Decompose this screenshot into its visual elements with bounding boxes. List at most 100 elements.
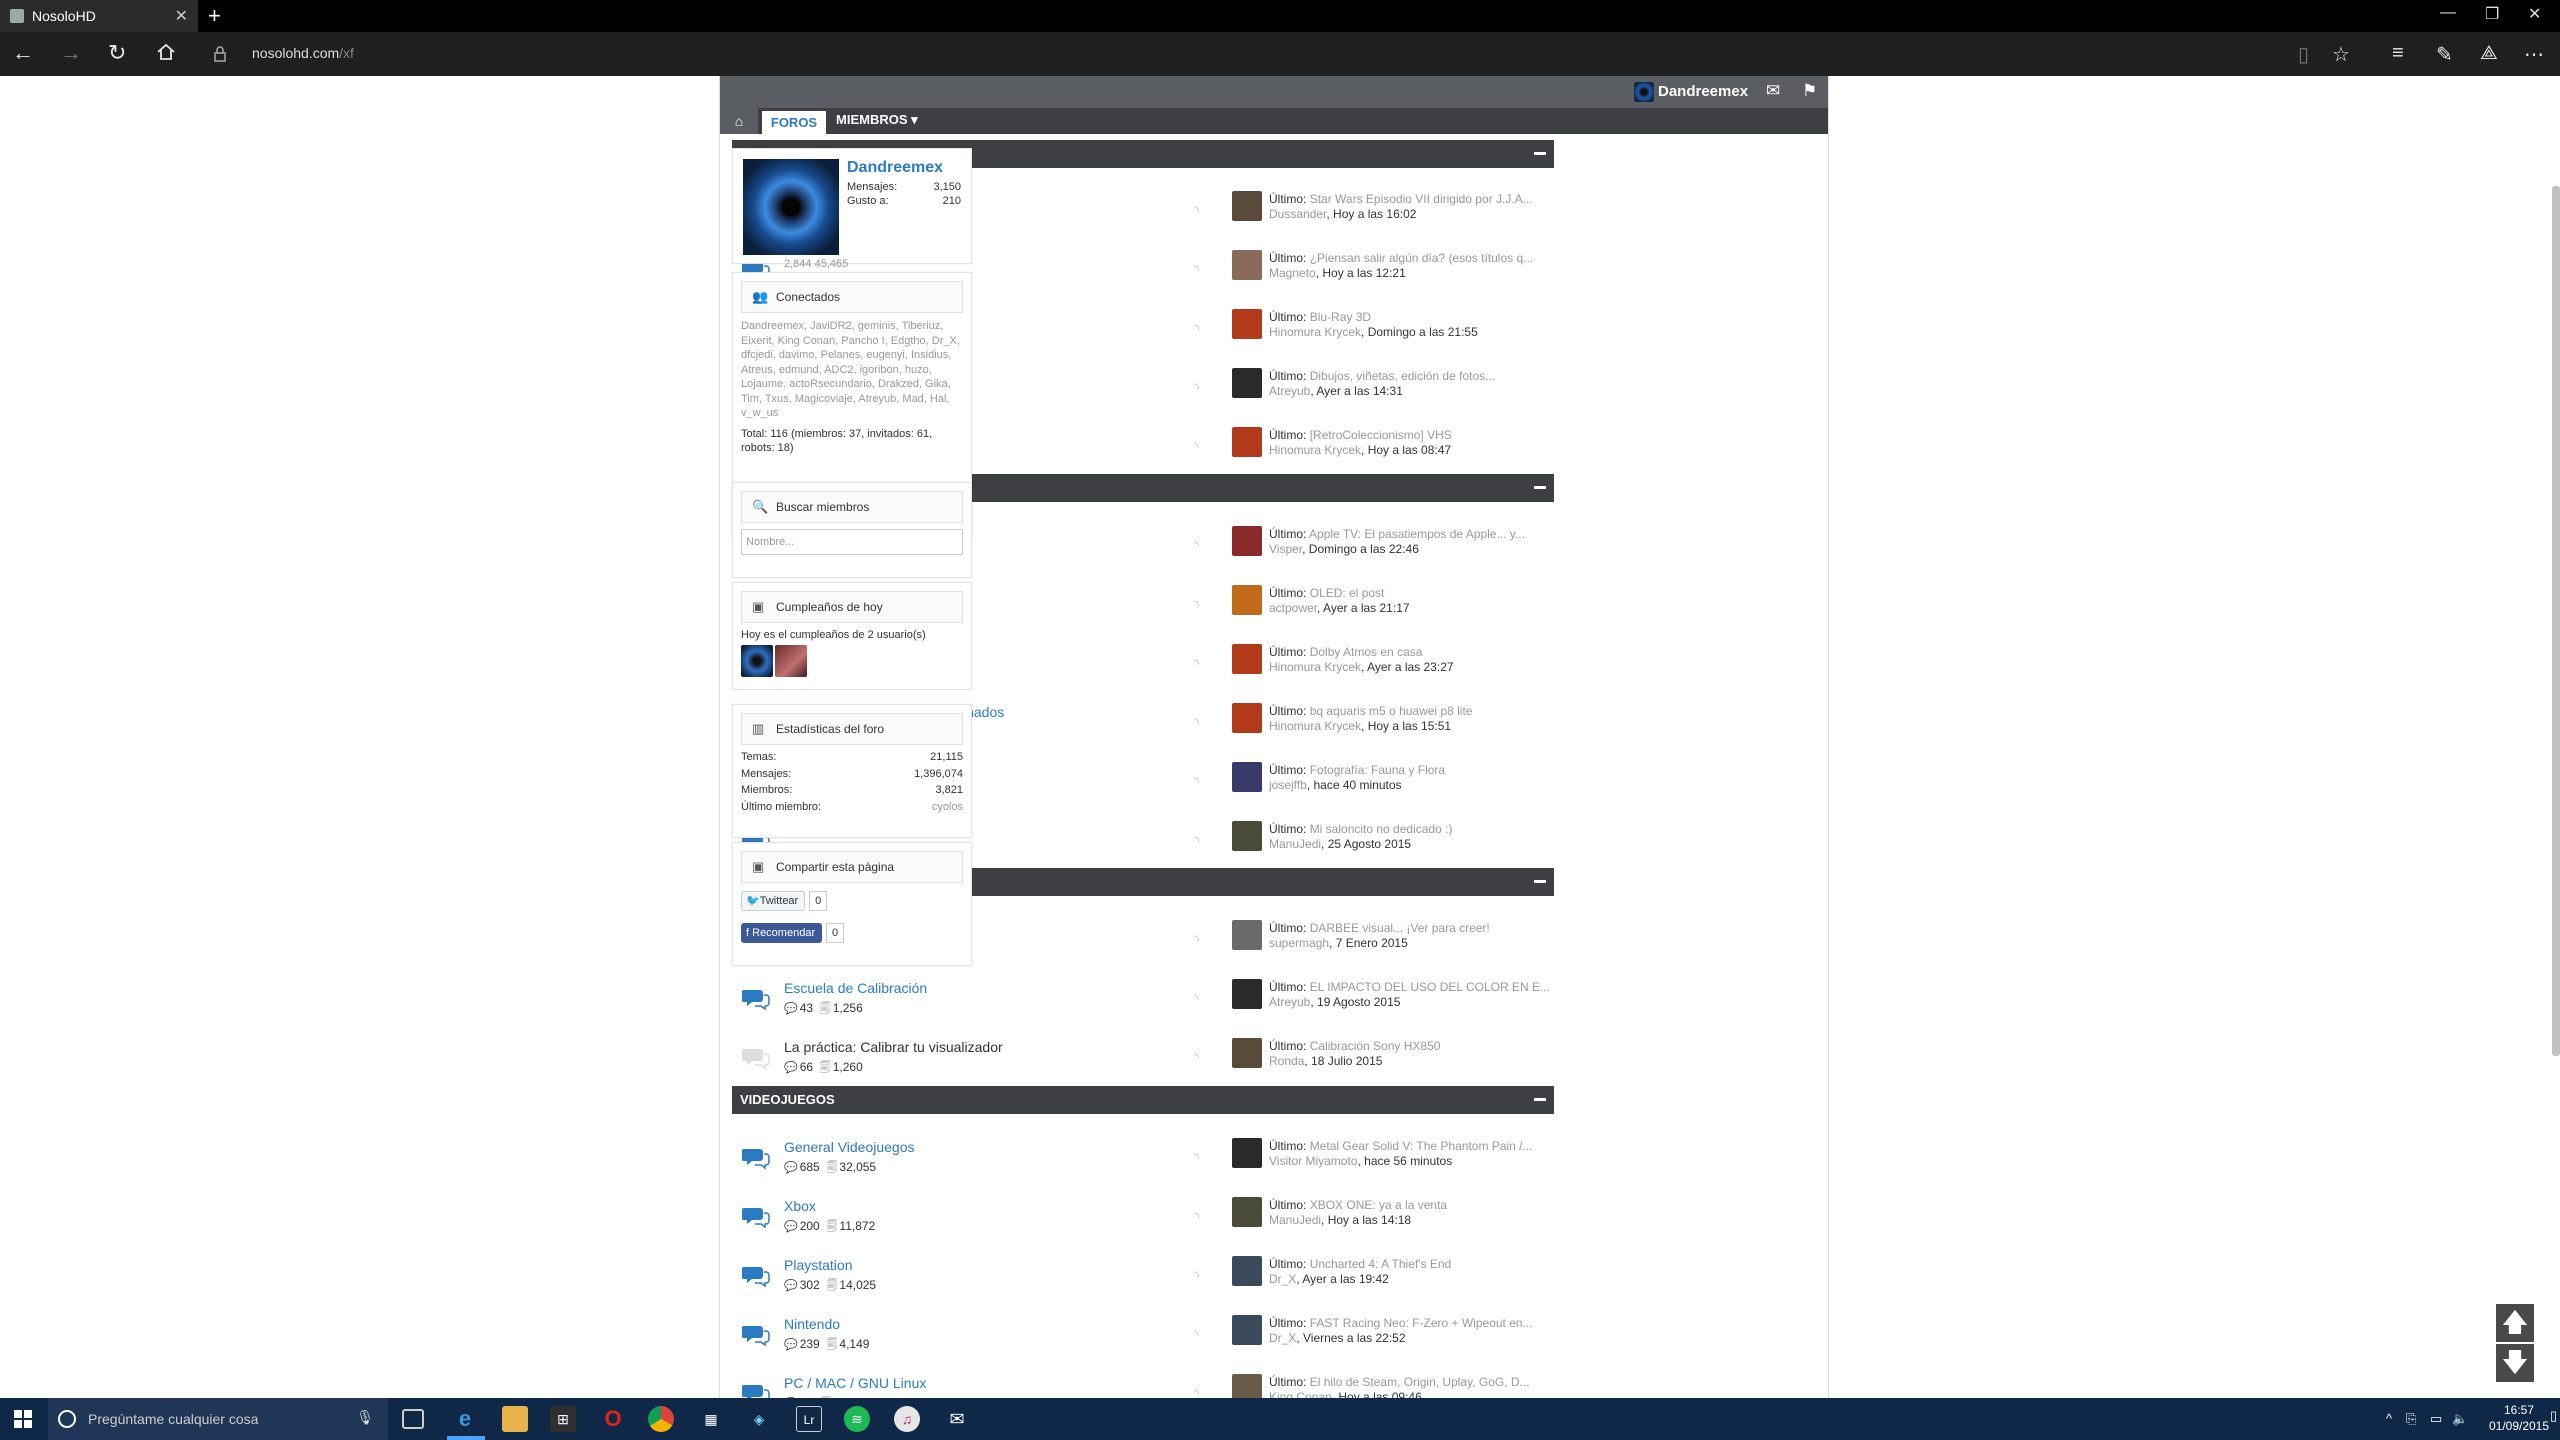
last-poster-avatar[interactable] [1232, 526, 1262, 556]
browser-tab[interactable]: NosoloHD ✕ [0, 0, 198, 32]
last-post-title-link[interactable]: EL IMPACTO DEL USO DEL COLOR EN E... [1310, 980, 1550, 994]
last-poster-link[interactable]: Hinomura Krycek [1269, 719, 1361, 733]
last-post-title-link[interactable]: Calibración Sony HX850 [1310, 1039, 1441, 1053]
windows-start-icon[interactable] [14, 1410, 32, 1428]
alerts-flag-icon[interactable]: ⚑ [1802, 81, 1817, 101]
user-name-link[interactable]: Dandreemex [1658, 83, 1748, 100]
last-poster-avatar[interactable] [1232, 1038, 1262, 1068]
file-explorer-icon[interactable] [502, 1406, 528, 1432]
last-post-title-link[interactable]: Star Wars Episodio VII dirigido por J.J.… [1310, 192, 1533, 206]
last-poster-link[interactable]: Visper [1269, 542, 1302, 556]
last-post-title-link[interactable]: bq aquaris m5 o huawei p8 lite [1310, 704, 1473, 718]
rss-icon[interactable]: ◝ [1194, 380, 1208, 395]
calendar-app-icon[interactable]: ▦ [698, 1406, 724, 1432]
more-icon[interactable]: ⋯ [2524, 42, 2544, 67]
task-view-icon[interactable] [402, 1409, 424, 1429]
rss-icon[interactable]: ◝ [1194, 203, 1208, 218]
last-poster-avatar[interactable] [1232, 1138, 1262, 1168]
member-name-input[interactable]: Nombre... [741, 529, 963, 555]
cortana-search-box[interactable]: Pregúntame cualquier cosa 🎙 [48, 1398, 388, 1440]
last-post-title-link[interactable]: Dolby Atmos en casa [1310, 645, 1423, 659]
collapse-icon[interactable] [1534, 880, 1546, 883]
new-tab-icon[interactable]: + [208, 3, 221, 29]
collapse-icon[interactable] [1534, 486, 1546, 489]
facebook-recommend-button[interactable]: f Recomendar [741, 923, 823, 943]
last-post-title-link[interactable]: DARBEE visual... ¡Ver para creer! [1310, 921, 1490, 935]
last-poster-link[interactable]: ManuJedi [1269, 837, 1321, 851]
last-post-title-link[interactable]: El hilo de Steam, Origin, Uplay, GoG, D.… [1310, 1375, 1530, 1389]
last-poster-avatar[interactable] [1232, 762, 1262, 792]
rss-icon[interactable]: ◝ [1194, 439, 1208, 454]
last-poster-avatar[interactable] [1232, 427, 1262, 457]
last-poster-avatar[interactable] [1232, 821, 1262, 851]
tab-foros[interactable]: FOROS [762, 111, 826, 134]
scroll-down-button[interactable]: 🡇 [2496, 1344, 2534, 1382]
volume-icon[interactable]: 🔈 [2452, 1411, 2468, 1427]
vpn-app-icon[interactable]: ◈ [746, 1406, 772, 1432]
lightroom-icon[interactable]: Lr [796, 1406, 822, 1432]
last-post-title-link[interactable]: Mi saloncito no dedicado :) [1310, 822, 1453, 836]
forward-icon[interactable]: → [60, 42, 82, 64]
forum-title-link[interactable]: Xbox [784, 1198, 816, 1214]
last-poster-link[interactable]: Atreyub [1269, 995, 1310, 1009]
last-poster-avatar[interactable] [1232, 1374, 1262, 1398]
last-poster-link[interactable]: Atreyub [1269, 384, 1310, 398]
forum-title-link[interactable]: PC / MAC / GNU Linux [784, 1375, 926, 1391]
tab-miembros[interactable]: MIEMBROS ▾ [836, 112, 918, 128]
rss-icon[interactable]: ◝ [1194, 715, 1208, 730]
microphone-icon[interactable]: 🎙 [356, 1409, 374, 1426]
last-poster-link[interactable]: Hinomura Krycek [1269, 325, 1361, 339]
last-post-title-link[interactable]: ¿Piensan salir algún día? (esos títulos … [1310, 251, 1533, 265]
edge-browser-icon[interactable]: e [452, 1406, 478, 1432]
itunes-icon[interactable]: ♫ [894, 1406, 920, 1432]
forum-title-link[interactable]: General Videojuegos [784, 1139, 915, 1155]
rss-icon[interactable]: ◝ [1194, 321, 1208, 336]
last-post-title-link[interactable]: Dibujos, viñetas, edición de fotos... [1310, 369, 1495, 383]
last-post-title-link[interactable]: Fotografía: Fauna y Flora [1310, 763, 1445, 777]
rss-icon[interactable]: ◝ [1194, 262, 1208, 277]
last-poster-link[interactable]: Magneto [1269, 266, 1316, 280]
online-users-list[interactable]: Dandreemex, JaviDR2, geminis, Tiberiuz, … [741, 319, 963, 421]
last-poster-link[interactable]: Hinomura Krycek [1269, 443, 1361, 457]
favorite-star-icon[interactable]: ☆ [2332, 42, 2350, 67]
rss-icon[interactable]: ◝ [1194, 1150, 1208, 1165]
battery-icon[interactable]: ▭ [2430, 1411, 2442, 1427]
web-note-icon[interactable]: ✎ [2436, 42, 2453, 67]
last-post-title-link[interactable]: Uncharted 4: A Thief's End [1310, 1257, 1452, 1271]
last-poster-link[interactable]: Dussander [1269, 207, 1326, 221]
tray-chevron-icon[interactable]: ^ [2386, 1411, 2392, 1426]
rss-icon[interactable]: ◝ [1194, 1050, 1208, 1065]
refresh-icon[interactable]: ↻ [108, 42, 126, 64]
close-window-icon[interactable]: ✕ [2528, 4, 2541, 24]
last-poster-link[interactable]: supermagh [1269, 936, 1329, 950]
rss-icon[interactable]: ◝ [1194, 1268, 1208, 1283]
last-poster-avatar[interactable] [1232, 1315, 1262, 1345]
last-poster-avatar[interactable] [1232, 1197, 1262, 1227]
network-icon[interactable]: ⎘ [2406, 1411, 2416, 1427]
last-post-title-link[interactable]: Metal Gear Solid V: The Phantom Pain /..… [1310, 1139, 1533, 1153]
profile-name-link[interactable]: Dandreemex [847, 159, 943, 177]
last-post-title-link[interactable]: Apple TV: El pasatiempos de Apple... y..… [1309, 527, 1525, 541]
store-icon[interactable]: ⊞ [550, 1406, 576, 1432]
last-poster-avatar[interactable] [1232, 368, 1262, 398]
last-post-title-link[interactable]: OLED: el post [1310, 586, 1385, 600]
latest-member-link[interactable]: cyolos [932, 801, 963, 813]
notification-icon[interactable]: ▯ [2550, 1408, 2557, 1424]
close-tab-icon[interactable]: ✕ [175, 6, 188, 26]
opera-icon[interactable]: O [600, 1406, 626, 1432]
forum-title-link[interactable]: La práctica: Calibrar tu visualizador [784, 1039, 1003, 1055]
last-poster-avatar[interactable] [1232, 309, 1262, 339]
rss-icon[interactable]: ◝ [1194, 597, 1208, 612]
last-post-title-link[interactable]: Blu-Ray 3D [1310, 310, 1371, 324]
rss-icon[interactable]: ◝ [1194, 656, 1208, 671]
last-poster-avatar[interactable] [1232, 1256, 1262, 1286]
user-avatar[interactable] [1634, 82, 1654, 102]
last-post-title-link[interactable]: XBOX ONE: ya a la venta [1310, 1198, 1447, 1212]
rss-icon[interactable]: ◝ [1194, 1209, 1208, 1224]
forum-title-link[interactable]: Nintendo [784, 1316, 840, 1332]
rss-icon[interactable]: ◝ [1194, 991, 1208, 1006]
minimize-icon[interactable]: — [2440, 4, 2456, 22]
forum-title-link[interactable]: Playstation [784, 1257, 852, 1273]
rss-icon[interactable]: ◝ [1194, 932, 1208, 947]
birthday-avatar[interactable] [775, 645, 807, 677]
